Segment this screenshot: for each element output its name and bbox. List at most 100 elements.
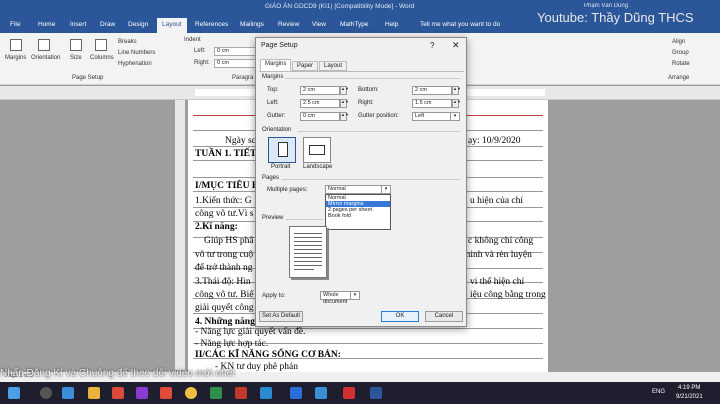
landscape-option[interactable] bbox=[303, 137, 331, 163]
orientation-icon[interactable] bbox=[38, 39, 50, 51]
group-paragraph: Paragra bbox=[232, 75, 254, 81]
right-label: Right: bbox=[358, 100, 374, 106]
onenote-icon[interactable] bbox=[136, 387, 148, 399]
telegram-icon[interactable] bbox=[260, 387, 272, 399]
option-book-fold[interactable]: Book fold bbox=[326, 213, 390, 219]
page-preview bbox=[289, 226, 327, 278]
margins-button[interactable]: Margins bbox=[5, 55, 26, 61]
left-margin-input[interactable]: 2.5 cm bbox=[300, 99, 340, 108]
columns-button[interactable]: Columns bbox=[90, 55, 114, 61]
clock-date[interactable]: 9/21/2021 bbox=[676, 394, 703, 400]
tab-margins[interactable]: Margins bbox=[260, 59, 292, 71]
watermark: Youtube: Thầy Dũng THCS bbox=[537, 10, 694, 25]
group-arrange: Arrange bbox=[668, 75, 690, 81]
recorder-icon[interactable] bbox=[343, 387, 355, 399]
tab-file[interactable]: File bbox=[10, 21, 20, 28]
tab-home[interactable]: Home bbox=[38, 21, 55, 28]
doc-line-8: vô tư trong cuộ bbox=[195, 250, 254, 260]
word-icon[interactable] bbox=[370, 387, 382, 399]
portrait-option[interactable] bbox=[268, 137, 296, 163]
set-as-default-button[interactable]: Set As Default bbox=[259, 311, 303, 322]
start-icon[interactable] bbox=[8, 387, 20, 399]
app-icon-2[interactable] bbox=[210, 387, 222, 399]
tab-help[interactable]: Help bbox=[385, 21, 398, 28]
tab-design[interactable]: Design bbox=[128, 21, 148, 28]
ok-button[interactable]: OK bbox=[381, 311, 419, 322]
right-spinner[interactable]: ▲▼ bbox=[452, 99, 461, 108]
landscape-icon bbox=[309, 145, 325, 155]
tab-review[interactable]: Review bbox=[278, 21, 299, 28]
line-numbers-button[interactable]: Line Numbers bbox=[118, 50, 155, 56]
clock-time[interactable]: 4:19 PM bbox=[678, 385, 700, 391]
size-button[interactable]: Size bbox=[70, 55, 82, 61]
apply-to-select[interactable]: Whole document ▾ bbox=[320, 291, 360, 305]
indent-right-input[interactable]: 0 cm bbox=[214, 59, 256, 68]
rotate-button[interactable]: Rotate bbox=[672, 61, 690, 67]
gutter-spinner[interactable]: ▲▼ bbox=[340, 112, 349, 121]
tab-insert[interactable]: Insert bbox=[70, 21, 86, 28]
tab-mailings[interactable]: Mailings bbox=[240, 21, 264, 28]
edge-icon[interactable] bbox=[62, 387, 74, 399]
doc-date-line-end: ạy: 10/9/2020 bbox=[468, 136, 521, 146]
bottom-margin-input[interactable]: 2 cm bbox=[412, 86, 452, 95]
multiple-pages-value: Normal bbox=[328, 186, 346, 192]
size-icon[interactable] bbox=[70, 39, 82, 51]
dialog-title: Page Setup bbox=[261, 42, 298, 49]
zalo-icon[interactable] bbox=[290, 387, 302, 399]
bottom-label: Bottom: bbox=[358, 87, 379, 93]
breaks-button[interactable]: Breaks bbox=[118, 39, 137, 45]
tab-layout[interactable]: Layout bbox=[157, 18, 187, 33]
app-icon[interactable] bbox=[160, 387, 172, 399]
apply-to-value: Whole document bbox=[323, 292, 348, 305]
left-spinner[interactable]: ▲▼ bbox=[340, 99, 349, 108]
chrome-icon[interactable] bbox=[185, 387, 197, 399]
columns-icon[interactable] bbox=[95, 39, 107, 51]
margins-icon[interactable] bbox=[10, 39, 22, 51]
bottom-spinner[interactable]: ▲▼ bbox=[452, 86, 461, 95]
file-explorer-icon[interactable] bbox=[88, 387, 100, 399]
doc-knowledge: 1.Kiến thức: G bbox=[195, 196, 252, 206]
language-indicator[interactable]: ENG bbox=[652, 389, 665, 395]
tab-layout-dialog[interactable]: Layout bbox=[319, 61, 348, 71]
window-title: GIÁO ÁN GDCD9 (Kì1) [Compatibility Mode]… bbox=[265, 3, 415, 10]
tab-draw[interactable]: Draw bbox=[100, 21, 115, 28]
orientation-button[interactable]: Orientation bbox=[31, 55, 60, 61]
tab-references[interactable]: References bbox=[195, 21, 228, 28]
doc-heading-objectives: I/MỤC TIÊU B bbox=[195, 181, 259, 191]
section-preview: Preview bbox=[262, 215, 284, 221]
doc-line-14: - Năng lực giải quyết vấn đề. bbox=[195, 327, 306, 337]
doc-line-7-end: c không chí công bbox=[468, 236, 534, 246]
tab-view[interactable]: View bbox=[312, 21, 326, 28]
chevron-down-icon: ▾ bbox=[450, 113, 459, 120]
hyphenation-button[interactable]: Hyphenation bbox=[118, 61, 152, 67]
app-icon-3[interactable] bbox=[235, 387, 247, 399]
group-button[interactable]: Group bbox=[672, 50, 689, 56]
top-label: Top: bbox=[267, 87, 279, 93]
landscape-label: Landscape bbox=[303, 164, 333, 170]
gutter-position-select[interactable]: Left ▾ bbox=[412, 112, 460, 121]
doc-line-15: - Năng lực hợp tác. bbox=[195, 339, 269, 349]
powerpoint-icon[interactable] bbox=[112, 387, 124, 399]
doc-line-12: giải quyết công bbox=[195, 303, 254, 313]
align-button[interactable]: Align bbox=[672, 39, 685, 45]
group-page-setup: Page Setup bbox=[72, 75, 104, 81]
video-caption: Nhấn Đăng Kí và Chuông để theo dõi video… bbox=[0, 368, 236, 379]
section-orientation: Orientation bbox=[262, 127, 292, 133]
close-icon[interactable]: ✕ bbox=[452, 40, 460, 51]
top-margin-input[interactable]: 2 cm bbox=[300, 86, 340, 95]
help-icon[interactable]: ? bbox=[430, 41, 434, 50]
doc-attitude: 3.Thái độ: Hìn bbox=[195, 277, 251, 287]
tab-paper[interactable]: Paper bbox=[292, 61, 319, 71]
tab-mathtype[interactable]: MathType bbox=[340, 21, 369, 28]
gutter-input[interactable]: 0 cm bbox=[300, 112, 340, 121]
indent-left-input[interactable]: 0 cm bbox=[214, 47, 256, 56]
cancel-button[interactable]: Cancel bbox=[425, 311, 463, 322]
multiple-pages-select[interactable]: Normal ▾ bbox=[325, 185, 391, 194]
app-icon-4[interactable] bbox=[315, 387, 327, 399]
user-name: Phạm Văn Dũng bbox=[584, 3, 629, 9]
right-margin-input[interactable]: 1.5 cm bbox=[412, 99, 452, 108]
tell-me-search[interactable]: Tell me what you want to do bbox=[420, 21, 500, 28]
top-spinner[interactable]: ▲▼ bbox=[340, 86, 349, 95]
chevron-down-icon: ▾ bbox=[381, 186, 390, 193]
search-icon[interactable] bbox=[40, 387, 52, 399]
